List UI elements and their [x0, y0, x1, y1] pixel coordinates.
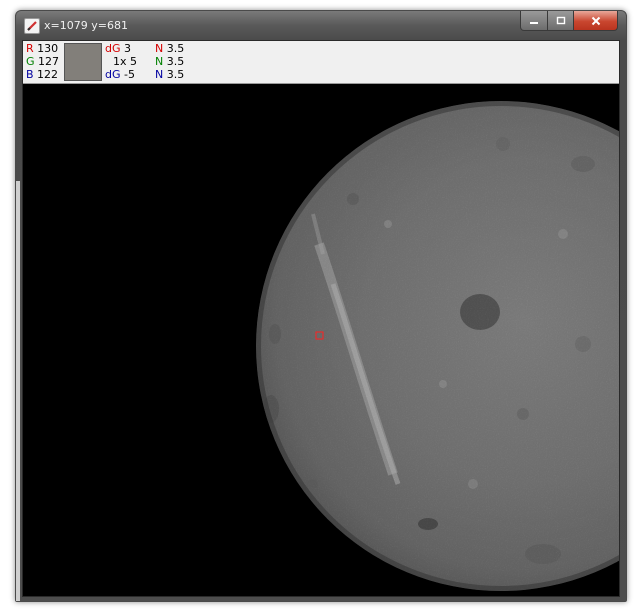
blue-value: 122	[37, 68, 59, 81]
n1-readout: N 3.5	[155, 42, 184, 55]
zoom-label: 1x	[113, 55, 127, 68]
client-area: R 130 G 127 B 122 dG 3 1x 5 dG -5 N 3.5 …	[22, 40, 620, 597]
blue-readout: B 122	[26, 68, 58, 81]
close-icon	[591, 16, 600, 25]
dg2-readout: dG -5	[105, 68, 135, 81]
zoom-readout: 1x 5	[113, 55, 137, 68]
n2-readout: N 3.5	[155, 55, 184, 68]
dg2-label: dG	[105, 68, 121, 81]
window-controls	[520, 11, 618, 31]
color-swatch	[64, 43, 102, 81]
red-value: 130	[37, 42, 59, 55]
maximize-button[interactable]	[548, 11, 574, 31]
image-canvas[interactable]	[23, 84, 619, 596]
pencil-icon[interactable]	[24, 18, 40, 34]
dg2-value: -5	[124, 68, 135, 81]
blue-label: B	[26, 68, 34, 81]
window-title: x=1079 y=681	[44, 19, 128, 32]
red-label: R	[26, 42, 34, 55]
green-readout: G 127	[26, 55, 59, 68]
minimize-icon	[530, 21, 538, 24]
close-button[interactable]	[574, 11, 618, 31]
left-scroll-edge	[16, 181, 20, 601]
minimize-button[interactable]	[520, 11, 548, 31]
title-bar[interactable]: x=1079 y=681	[16, 11, 626, 39]
moon-image	[23, 84, 619, 596]
n3-label: N	[155, 68, 164, 81]
n3-value: 3.5	[166, 68, 185, 81]
maximize-icon	[556, 16, 565, 24]
n3-readout: N 3.5	[155, 68, 184, 81]
pixel-info-bar: R 130 G 127 B 122 dG 3 1x 5 dG -5 N 3.5 …	[23, 41, 619, 84]
n1-value: 3.5	[166, 42, 185, 55]
app-window: x=1079 y=681 R 130 G 127 B 122 dG 3 1x 5…	[15, 10, 627, 602]
red-readout: R 130	[26, 42, 58, 55]
zoom-value: 5	[130, 55, 138, 68]
n2-label: N	[155, 55, 164, 68]
green-label: G	[26, 55, 35, 68]
n1-label: N	[155, 42, 164, 55]
green-value: 127	[38, 55, 60, 68]
dg1-readout: dG 3	[105, 42, 131, 55]
dg1-label: dG	[105, 42, 121, 55]
n2-value: 3.5	[166, 55, 185, 68]
dg1-value: 3	[124, 42, 132, 55]
